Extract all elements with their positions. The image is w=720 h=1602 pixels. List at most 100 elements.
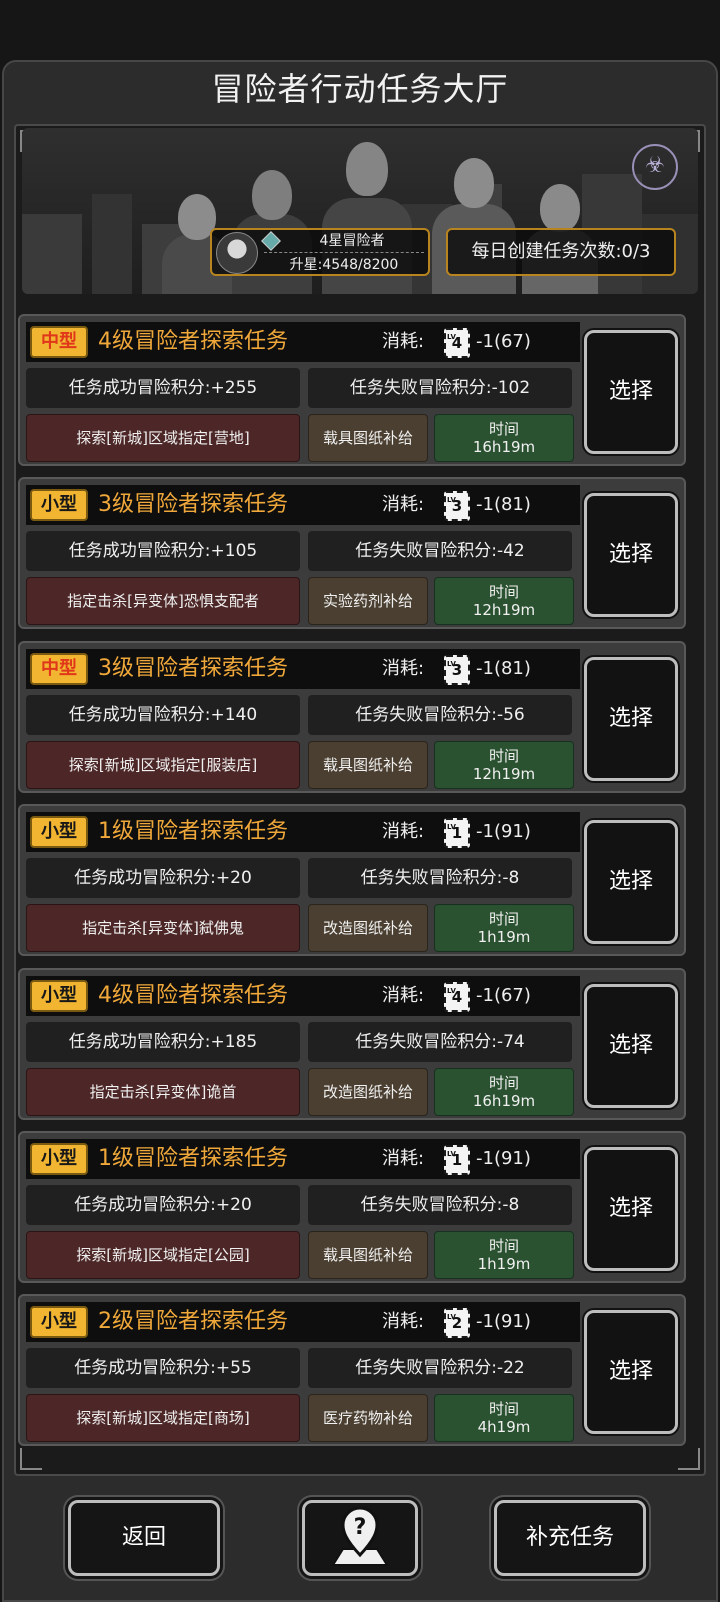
task-header: 中型 4级冒险者探索任务 消耗: LV 4 -1(67) [26,322,580,362]
select-button[interactable]: 选择 [584,1310,678,1434]
success-score: 任务成功冒险积分:+105 [26,531,300,571]
frame-corner [678,1448,700,1470]
cost-label: 消耗: [382,985,425,1006]
svg-text:?: ? [354,1515,367,1540]
page-title: 冒险者行动任务大厅 [211,70,509,108]
task-card: 小型 1级冒险者探索任务 消耗: LV 1 -1(91) 任务成功冒险积分:+20… [18,804,686,956]
fail-score: 任务失败冒险积分:-102 [308,368,572,408]
task-target: 指定击杀[异变体]恐惧支配者 [26,577,300,625]
task-card: 中型 3级冒险者探索任务 消耗: LV 3 -1(81) 任务成功冒险积分:+14… [18,641,686,793]
task-card: 小型 1级冒险者探索任务 消耗: LV 1 -1(91) 任务成功冒险积分:+20… [18,1131,686,1283]
select-button[interactable]: 选择 [584,984,678,1108]
fail-score: 任务失败冒险积分:-22 [308,1348,572,1388]
success-score: 任务成功冒险积分:+55 [26,1348,300,1388]
task-header: 小型 1级冒险者探索任务 消耗: LV 1 -1(91) [26,1139,580,1179]
task-time: 时间 1h19m [434,904,574,952]
fail-score: 任务失败冒险积分:-74 [308,1022,572,1062]
time-value: 16h19m [472,438,536,456]
time-label: 时间 [488,1400,519,1418]
cost-label: 消耗: [382,821,425,842]
cost-value: -1(81) [476,494,531,515]
back-button[interactable]: 返回 [68,1500,220,1576]
task-size-badge: 中型 [30,653,88,685]
task-time: 时间 16h19m [434,1068,574,1116]
cost-value: -1(67) [476,331,531,352]
task-header: 小型 2级冒险者探索任务 消耗: LV 2 -1(91) [26,1302,580,1342]
task-header: 小型 1级冒险者探索任务 消耗: LV 1 -1(91) [26,812,580,852]
task-target: 探索[新城]区域指定[商场] [26,1394,300,1442]
time-value: 1h19m [477,928,531,946]
task-title: 4级冒险者探索任务 [98,329,288,354]
select-button[interactable]: 选择 [584,330,678,454]
task-header: 中型 3级冒险者探索任务 消耗: LV 3 -1(81) [26,649,580,689]
task-time: 时间 4h19m [434,1394,574,1442]
time-value: 12h19m [472,601,536,619]
success-score: 任务成功冒险积分:+255 [26,368,300,408]
task-card: 小型 3级冒险者探索任务 消耗: LV 3 -1(81) 任务成功冒险积分:+10… [18,477,686,629]
task-target: 指定击杀[异变体]诡首 [26,1068,300,1116]
task-reward: 改造图纸补给 [308,1068,428,1116]
time-label: 时间 [488,1074,519,1092]
task-title: 4级冒险者探索任务 [98,983,288,1008]
cost-value: -1(67) [476,985,531,1006]
select-button[interactable]: 选择 [584,1147,678,1271]
fail-score: 任务失败冒险积分:-8 [308,858,572,898]
task-card: 小型 2级冒险者探索任务 消耗: LV 2 -1(91) 任务成功冒险积分:+55… [18,1294,686,1446]
task-title: 3级冒险者探索任务 [98,656,288,681]
frame-corner [20,1448,42,1470]
task-size-badge: 小型 [30,816,88,848]
task-reward: 医疗药物补给 [308,1394,428,1442]
time-label: 时间 [488,583,519,601]
rank-name: 4星冒险者 [319,233,385,249]
cost-value: -1(91) [476,1311,531,1332]
task-target: 探索[新城]区域指定[公园] [26,1231,300,1279]
task-header: 小型 4级冒险者探索任务 消耗: LV 4 -1(67) [26,976,580,1016]
task-size-badge: 小型 [30,1143,88,1175]
task-size-badge: 小型 [30,489,88,521]
task-reward: 载具图纸补给 [308,414,428,462]
task-card: 中型 4级冒险者探索任务 消耗: LV 4 -1(67) 任务成功冒险积分:+25… [18,314,686,466]
select-button[interactable]: 选择 [584,493,678,617]
task-target: 指定击杀[异变体]弑佛鬼 [26,904,300,952]
avatar [216,232,258,274]
time-value: 4h19m [477,1418,531,1436]
task-reward: 改造图纸补给 [308,904,428,952]
task-target: 探索[新城]区域指定[服装店] [26,741,300,789]
ticket-icon: LV 1 [444,818,470,848]
select-button[interactable]: 选择 [584,657,678,781]
help-button[interactable]: ? [302,1500,418,1576]
time-label: 时间 [488,420,519,438]
cost-label: 消耗: [382,658,425,679]
success-score: 任务成功冒险积分:+20 [26,858,300,898]
success-score: 任务成功冒险积分:+20 [26,1185,300,1225]
ticket-icon: LV 4 [444,328,470,358]
task-title: 3级冒险者探索任务 [98,492,288,517]
rank-panel: 4星冒险者 升星:4548/8200 [210,228,430,276]
task-reward: 实验药剂补给 [308,577,428,625]
time-value: 1h19m [477,1255,531,1273]
cost-label: 消耗: [382,1148,425,1169]
task-size-badge: 小型 [30,980,88,1012]
daily-create-count: 每日创建任务次数:0/3 [446,228,676,276]
success-score: 任务成功冒险积分:+185 [26,1022,300,1062]
ticket-icon: LV 1 [444,1145,470,1175]
refill-tasks-button[interactable]: 补充任务 [494,1500,646,1576]
fail-score: 任务失败冒险积分:-8 [308,1185,572,1225]
task-card: 小型 4级冒险者探索任务 消耗: LV 4 -1(67) 任务成功冒险积分:+18… [18,968,686,1120]
biohazard-emblem-icon: ☣ [632,144,678,190]
task-target: 探索[新城]区域指定[营地] [26,414,300,462]
time-value: 12h19m [472,765,536,783]
ticket-icon: LV 3 [444,655,470,685]
task-reward: 载具图纸补给 [308,1231,428,1279]
cost-value: -1(81) [476,658,531,679]
task-title: 1级冒险者探索任务 [98,819,288,844]
rank-progress: 升星:4548/8200 [264,252,424,274]
cost-label: 消耗: [382,494,425,515]
select-button[interactable]: 选择 [584,820,678,944]
task-title: 2级冒险者探索任务 [98,1309,288,1334]
cost-label: 消耗: [382,331,425,352]
time-label: 时间 [488,910,519,928]
time-label: 时间 [488,747,519,765]
cost-value: -1(91) [476,821,531,842]
task-time: 时间 12h19m [434,741,574,789]
